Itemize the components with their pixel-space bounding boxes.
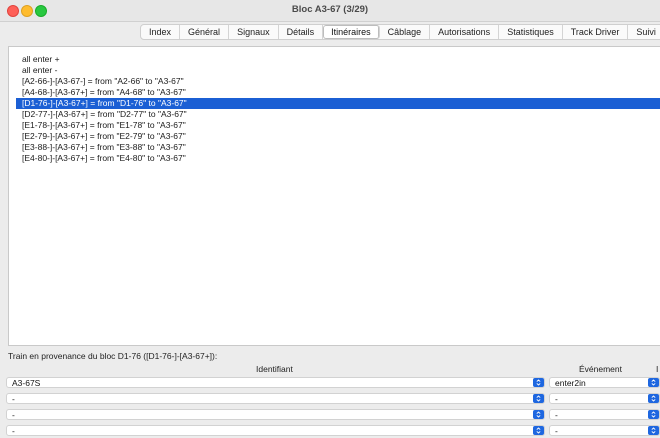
identifiant-select[interactable]: A3-67S [6,377,545,388]
evenement-value: - [555,410,558,420]
tab-d-tails[interactable]: Détails [279,25,324,39]
route-list-item[interactable]: [D2-77-]-[A3-67+] = from "D2-77" to "A3-… [20,109,660,120]
route-list-item[interactable]: [E3-88-]-[A3-67+] = from "E3-88" to "A3-… [20,142,660,153]
window-title: Bloc A3-67 (3/29) [291,4,369,15]
identifiant-select[interactable]: - [6,425,545,436]
tab-suivi[interactable]: Suivi [628,25,660,39]
title-bar: Bloc A3-67 (3/29) [0,0,660,22]
tab-index[interactable]: Index [141,25,181,39]
routes-list[interactable]: all enter + all enter - [A2-66-]-[A3-67-] … [8,46,660,346]
chevron-updown-icon [648,410,659,419]
evenement-select[interactable]: - [549,425,660,436]
provenance-row: -- [6,393,660,405]
route-list-item[interactable]: all enter - [20,65,660,76]
tab-signaux[interactable]: Signaux [229,25,279,39]
column-header-extra: I [656,364,659,374]
chevron-updown-icon [533,378,544,387]
identifiant-value: - [12,410,15,420]
column-header-evenement: Événement [579,364,622,374]
tab-track-driver[interactable]: Track Driver [563,25,629,39]
route-list-item[interactable]: [A2-66-]-[A3-67-] = from "A2-66" to "A3-… [20,76,660,87]
identifiant-value: A3-67S [12,378,41,388]
routes-list-content: all enter + all enter - [A2-66-]-[A3-67-] … [16,54,660,164]
tab-g-n-ral[interactable]: Général [180,25,230,39]
route-list-item[interactable]: [E4-80-]-[A3-67+] = from "E4-80" to "A3-… [20,153,660,164]
tab-itin-raires[interactable]: Itinéraires [323,25,380,39]
provenance-label: Train en provenance du bloc D1-76 ([D1-7… [8,351,218,361]
tab-autorisations[interactable]: Autorisations [430,25,500,39]
evenement-select[interactable]: - [549,393,660,404]
route-list-item[interactable]: [E2-79-]-[A3-67+] = from "E2-79" to "A3-… [20,131,660,142]
route-list-item[interactable]: all enter + [20,54,660,65]
evenement-select[interactable]: enter2in [549,377,660,388]
provenance-row: -- [6,409,660,421]
provenance-row: A3-67S enter2in [6,377,660,389]
identifiant-value: - [12,426,15,436]
identifiant-value: - [12,394,15,404]
chevron-updown-icon [533,426,544,435]
tab-statistiques[interactable]: Statistiques [499,25,563,39]
route-list-item[interactable]: [E1-78-]-[A3-67+] = from "E1-78" to "A3-… [20,120,660,131]
identifiant-select[interactable]: - [6,393,545,404]
evenement-select[interactable]: - [549,409,660,420]
tab-c-blage[interactable]: Câblage [380,25,431,39]
chevron-updown-icon [648,394,659,403]
evenement-value: - [555,426,558,436]
evenement-value: enter2in [555,378,586,388]
chevron-updown-icon [533,394,544,403]
chevron-updown-icon [648,378,659,387]
provenance-row: -- [6,425,660,437]
identifiant-select[interactable]: - [6,409,545,420]
chevron-updown-icon [648,426,659,435]
route-list-item[interactable]: [A4-68-]-[A3-67+] = from "A4-68" to "A3-… [20,87,660,98]
evenement-value: - [555,394,558,404]
tab-bar: Index Général Signaux Détails Itinéraires Câb… [140,24,660,40]
column-header-identifiant: Identifiant [256,364,293,374]
chevron-updown-icon [533,410,544,419]
route-list-item[interactable]: [D1-76-]-[A3-67+] = from "D1-76" to "A3-… [16,98,660,109]
